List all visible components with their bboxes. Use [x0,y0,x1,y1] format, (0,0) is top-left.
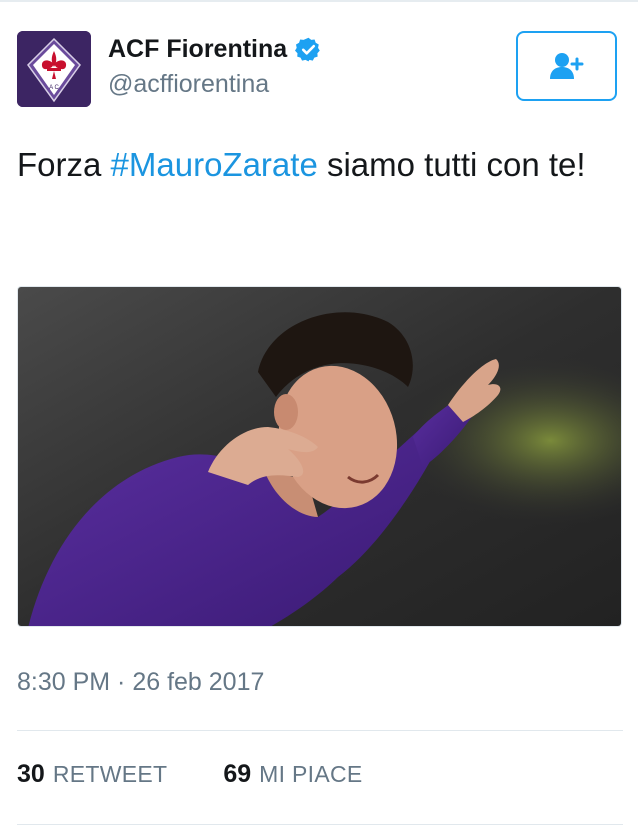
top-divider [0,0,638,2]
follow-button[interactable] [516,31,617,101]
likes-count: 69 [223,760,252,788]
fiorentina-crest-icon: A C [17,31,91,107]
stats-bottom-divider [17,824,623,825]
author-name-row: ACF Fiorentina [108,33,322,65]
add-user-icon [549,53,583,79]
avatar[interactable]: A C [17,31,91,107]
player-photo [18,287,621,626]
author-handle[interactable]: @acffiorentina [108,70,269,99]
tweet-text: Forza #MauroZarate siamo tutti con te! [17,140,617,190]
verified-badge-icon [295,36,322,63]
avatar-crest-text: A C [49,85,59,91]
likes-stat[interactable]: 69 MI PIACE [223,760,362,789]
tweet-text-after: siamo tutti con te! [317,146,586,183]
author-display-name[interactable]: ACF Fiorentina [108,35,287,64]
tweet-photo[interactable] [17,286,622,627]
retweet-count: 30 [17,760,45,788]
hashtag-link[interactable]: #MauroZarate [111,146,318,183]
likes-label: MI PIACE [259,761,363,787]
tweet-timestamp[interactable]: 8:30 PM · 26 feb 2017 [17,668,264,697]
tweet-stats: 30 RETWEET 69 MI PIACE [17,760,363,789]
stats-top-divider [17,730,623,731]
retweet-label: RETWEET [52,761,168,787]
tweet-text-before: Forza [17,146,111,183]
retweet-stat[interactable]: 30 RETWEET [17,760,167,789]
